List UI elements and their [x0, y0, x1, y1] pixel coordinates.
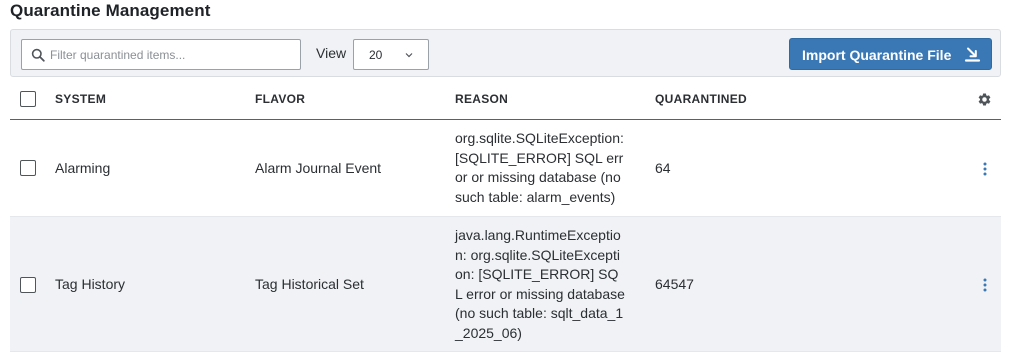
- view-page-size-value: 20: [369, 48, 383, 62]
- cell-system: Tag History: [55, 276, 126, 292]
- table-row[interactable]: Alarming Alarm Journal Event org.sqlite.…: [10, 120, 1001, 217]
- cell-system: Alarming: [55, 160, 111, 176]
- column-header-reason[interactable]: REASON: [455, 92, 508, 106]
- quarantine-table: SYSTEM FLAVOR REASON QUARANTINED Alarmin…: [10, 80, 1001, 352]
- cell-reason: java.lang.RuntimeException: org.sqlite.S…: [455, 227, 625, 341]
- cell-flavor: Tag Historical Set: [255, 276, 364, 292]
- view-page-size-select[interactable]: 20: [353, 39, 429, 70]
- table-row[interactable]: Tag History Tag Historical Set java.lang…: [10, 217, 1001, 352]
- search-input[interactable]: [50, 40, 295, 69]
- toolbar: View 20 Import Quarantine File: [10, 29, 1001, 77]
- table-header: SYSTEM FLAVOR REASON QUARANTINED: [10, 80, 1001, 120]
- row-checkbox[interactable]: [20, 277, 36, 293]
- import-quarantine-file-button[interactable]: Import Quarantine File: [789, 38, 992, 70]
- import-button-label: Import Quarantine File: [802, 47, 952, 63]
- search-icon: [31, 48, 45, 62]
- view-label: View: [316, 45, 347, 61]
- kebab-icon[interactable]: [983, 278, 987, 292]
- cell-quarantined: 64: [655, 160, 671, 176]
- search-box[interactable]: [21, 39, 301, 70]
- cell-quarantined: 64547: [655, 276, 694, 292]
- kebab-icon[interactable]: [983, 162, 987, 176]
- import-icon: [964, 47, 981, 62]
- column-header-system[interactable]: SYSTEM: [55, 92, 106, 106]
- row-checkbox[interactable]: [20, 160, 36, 176]
- cell-flavor: Alarm Journal Event: [255, 160, 382, 176]
- select-all-checkbox[interactable]: [20, 91, 36, 107]
- gear-icon[interactable]: [977, 92, 992, 107]
- chevron-down-icon: [405, 53, 413, 58]
- column-header-flavor[interactable]: FLAVOR: [255, 92, 305, 106]
- page-title: Quarantine Management: [10, 1, 211, 20]
- column-header-quarantined[interactable]: QUARANTINED: [655, 92, 747, 106]
- cell-reason: org.sqlite.SQLiteException: [SQLITE_ERRO…: [455, 130, 624, 205]
